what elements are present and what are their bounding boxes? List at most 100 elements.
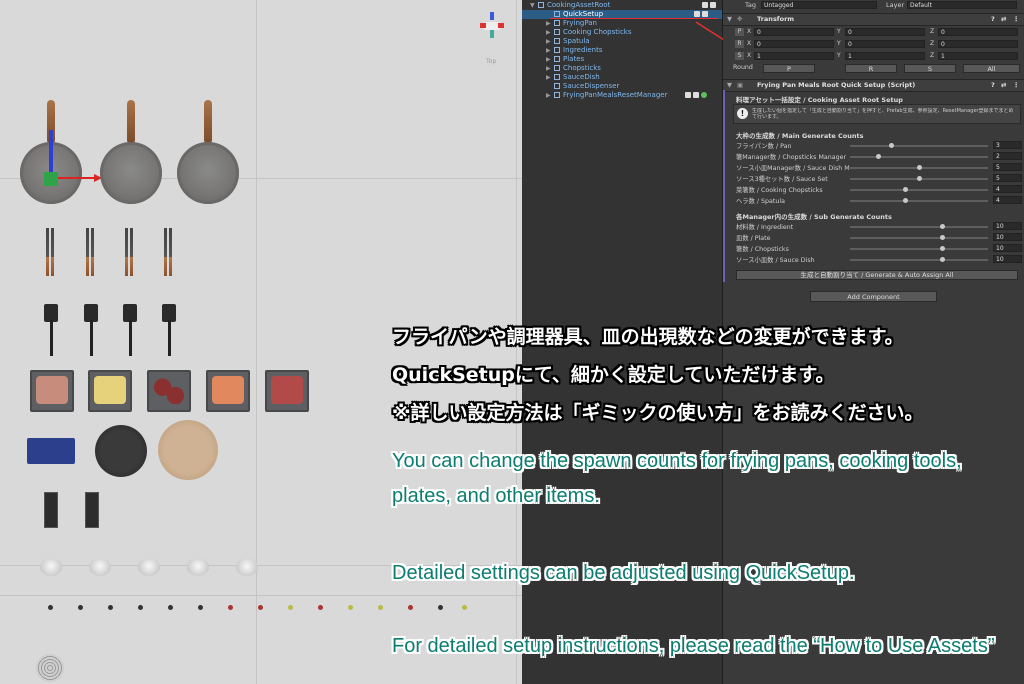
transform-y-field[interactable]: 1 xyxy=(845,52,925,60)
sauce-dispenser[interactable] xyxy=(48,605,53,610)
count-value-field[interactable]: 2 xyxy=(993,152,1022,160)
round-p-button[interactable]: P xyxy=(763,64,815,73)
count-slider-track[interactable] xyxy=(850,248,988,250)
sauce-dish[interactable] xyxy=(236,558,258,576)
sauce-dispenser[interactable] xyxy=(348,605,353,610)
transform-z-field[interactable]: 0 xyxy=(938,28,1018,36)
count-slider-track[interactable] xyxy=(850,189,988,191)
sauce-dish[interactable] xyxy=(40,558,62,576)
count-slider-track[interactable] xyxy=(850,200,988,202)
chopsticks[interactable] xyxy=(44,492,58,528)
frying-pan[interactable] xyxy=(20,100,102,212)
ingredient-tray[interactable] xyxy=(30,370,74,412)
menu-icon[interactable]: ⋮ xyxy=(1013,80,1020,91)
sauce-dispenser[interactable] xyxy=(228,605,233,610)
transform-z-field[interactable]: 1 xyxy=(938,52,1018,60)
cooking-chopsticks[interactable] xyxy=(164,228,174,276)
spatula[interactable] xyxy=(162,304,176,356)
cooking-chopsticks[interactable] xyxy=(46,228,56,276)
sauce-dish[interactable] xyxy=(187,558,209,576)
count-value-field[interactable]: 10 xyxy=(993,222,1022,230)
count-slider-knob[interactable] xyxy=(940,224,945,229)
count-slider-track[interactable] xyxy=(850,145,988,147)
round-all-button[interactable]: All xyxy=(963,64,1020,73)
sauce-tray[interactable] xyxy=(27,438,75,464)
count-slider-track[interactable] xyxy=(850,226,988,228)
sauce-dispenser[interactable] xyxy=(78,605,83,610)
sauce-dispenser[interactable] xyxy=(168,605,173,610)
orientation-gizmo[interactable]: Top xyxy=(478,8,508,65)
chopsticks[interactable] xyxy=(85,492,99,528)
spatula[interactable] xyxy=(44,304,58,356)
wooden-plate[interactable] xyxy=(158,420,218,480)
count-value-field[interactable]: 5 xyxy=(993,163,1022,171)
count-value-field[interactable]: 10 xyxy=(993,244,1022,252)
expand-arrow-icon[interactable]: ▼ xyxy=(727,80,732,91)
count-slider-track[interactable] xyxy=(850,156,988,158)
expand-arrow-icon[interactable]: ▼ xyxy=(530,1,538,10)
transform-x-field[interactable]: 0 xyxy=(754,28,834,36)
tag-dropdown[interactable]: Untagged xyxy=(761,1,877,9)
count-value-field[interactable]: 4 xyxy=(993,196,1022,204)
expand-arrow-icon[interactable]: ▼ xyxy=(727,14,732,25)
count-slider-track[interactable] xyxy=(850,259,988,261)
count-slider-knob[interactable] xyxy=(917,165,922,170)
count-value-field[interactable]: 3 xyxy=(993,141,1022,149)
count-value-field[interactable]: 10 xyxy=(993,255,1022,263)
transform-y-field[interactable]: 0 xyxy=(845,28,925,36)
ingredient-tray[interactable] xyxy=(265,370,309,412)
settings-icon[interactable]: ⇄ xyxy=(1001,14,1006,25)
ingredient-tray[interactable] xyxy=(206,370,250,412)
count-value-field[interactable]: 10 xyxy=(993,233,1022,241)
black-plate[interactable] xyxy=(95,425,147,477)
sauce-dish[interactable] xyxy=(89,558,111,576)
count-slider-knob[interactable] xyxy=(940,257,945,262)
add-component-button[interactable]: Add Component xyxy=(810,291,937,302)
hierarchy-item-cookingassetroot[interactable]: ▼ CookingAssetRoot xyxy=(530,1,730,10)
frying-pan[interactable] xyxy=(177,100,239,212)
transform-x-field[interactable]: 0 xyxy=(754,40,834,48)
round-s-button[interactable]: S xyxy=(904,64,956,73)
count-slider-track[interactable] xyxy=(850,237,988,239)
generate-button[interactable]: 生成と自動割り当て / Generate & Auto Assign All xyxy=(736,270,1018,280)
sauce-dispenser[interactable] xyxy=(408,605,413,610)
sauce-dispenser[interactable] xyxy=(198,605,203,610)
count-slider-knob[interactable] xyxy=(917,176,922,181)
count-slider-knob[interactable] xyxy=(875,154,881,159)
count-slider-knob[interactable] xyxy=(940,235,945,240)
frying-pan[interactable] xyxy=(100,100,162,212)
help-icon[interactable]: ? xyxy=(991,14,995,25)
transform-key[interactable]: P xyxy=(735,28,744,36)
sauce-dish[interactable] xyxy=(138,558,160,576)
hierarchy-item-resetmanager[interactable]: ▶ FryingPanMealsResetManager xyxy=(546,91,746,100)
settings-icon[interactable]: ⇄ xyxy=(1001,80,1006,91)
cooking-chopsticks[interactable] xyxy=(125,228,135,276)
help-icon[interactable]: ? xyxy=(991,80,995,91)
sauce-dispenser[interactable] xyxy=(438,605,443,610)
sauce-dispenser[interactable] xyxy=(108,605,113,610)
sauce-dispenser[interactable] xyxy=(462,605,467,610)
cooking-chopsticks[interactable] xyxy=(86,228,96,276)
sauce-dispenser[interactable] xyxy=(318,605,323,610)
transform-key[interactable]: S xyxy=(735,52,744,60)
ingredient-tray[interactable] xyxy=(88,370,132,412)
spatula[interactable] xyxy=(123,304,137,356)
transform-z-field[interactable]: 0 xyxy=(938,40,1018,48)
menu-icon[interactable]: ⋮ xyxy=(1013,14,1020,25)
strainer[interactable] xyxy=(36,654,64,682)
sauce-dispenser[interactable] xyxy=(288,605,293,610)
sauce-dispenser[interactable] xyxy=(138,605,143,610)
transform-key[interactable]: R xyxy=(735,40,744,48)
count-slider-knob[interactable] xyxy=(903,187,909,192)
count-value-field[interactable]: 5 xyxy=(993,174,1022,182)
count-slider-knob[interactable] xyxy=(889,143,895,148)
transform-header[interactable]: ▼ ✥ Transform ? ⇄ ⋮ xyxy=(723,13,1024,26)
spatula[interactable] xyxy=(84,304,98,356)
layer-dropdown[interactable]: Default xyxy=(907,1,1017,9)
transform-y-field[interactable]: 0 xyxy=(845,40,925,48)
count-value-field[interactable]: 4 xyxy=(993,185,1022,193)
count-slider-knob[interactable] xyxy=(903,198,909,203)
sauce-dispenser[interactable] xyxy=(378,605,383,610)
sauce-dispenser[interactable] xyxy=(258,605,263,610)
script-header[interactable]: ▼ ▣ Frying Pan Meals Root Quick Setup (S… xyxy=(723,79,1024,92)
